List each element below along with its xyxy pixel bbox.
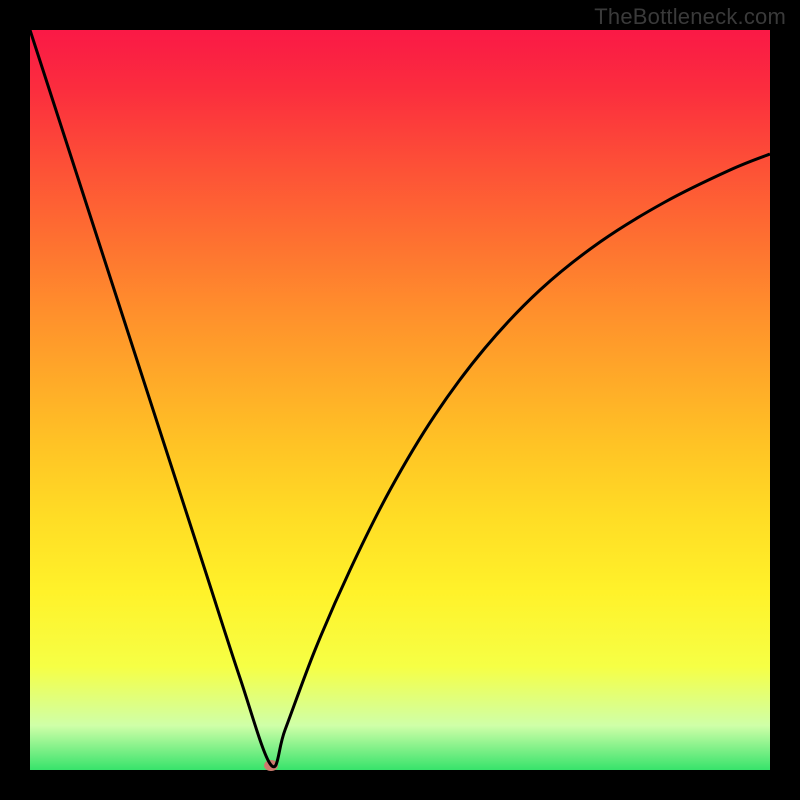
curve-path [30, 30, 770, 767]
watermark-text: TheBottleneck.com [594, 4, 786, 30]
plot-area [30, 30, 770, 770]
chart-container: TheBottleneck.com [0, 0, 800, 800]
curve-svg [30, 30, 770, 770]
